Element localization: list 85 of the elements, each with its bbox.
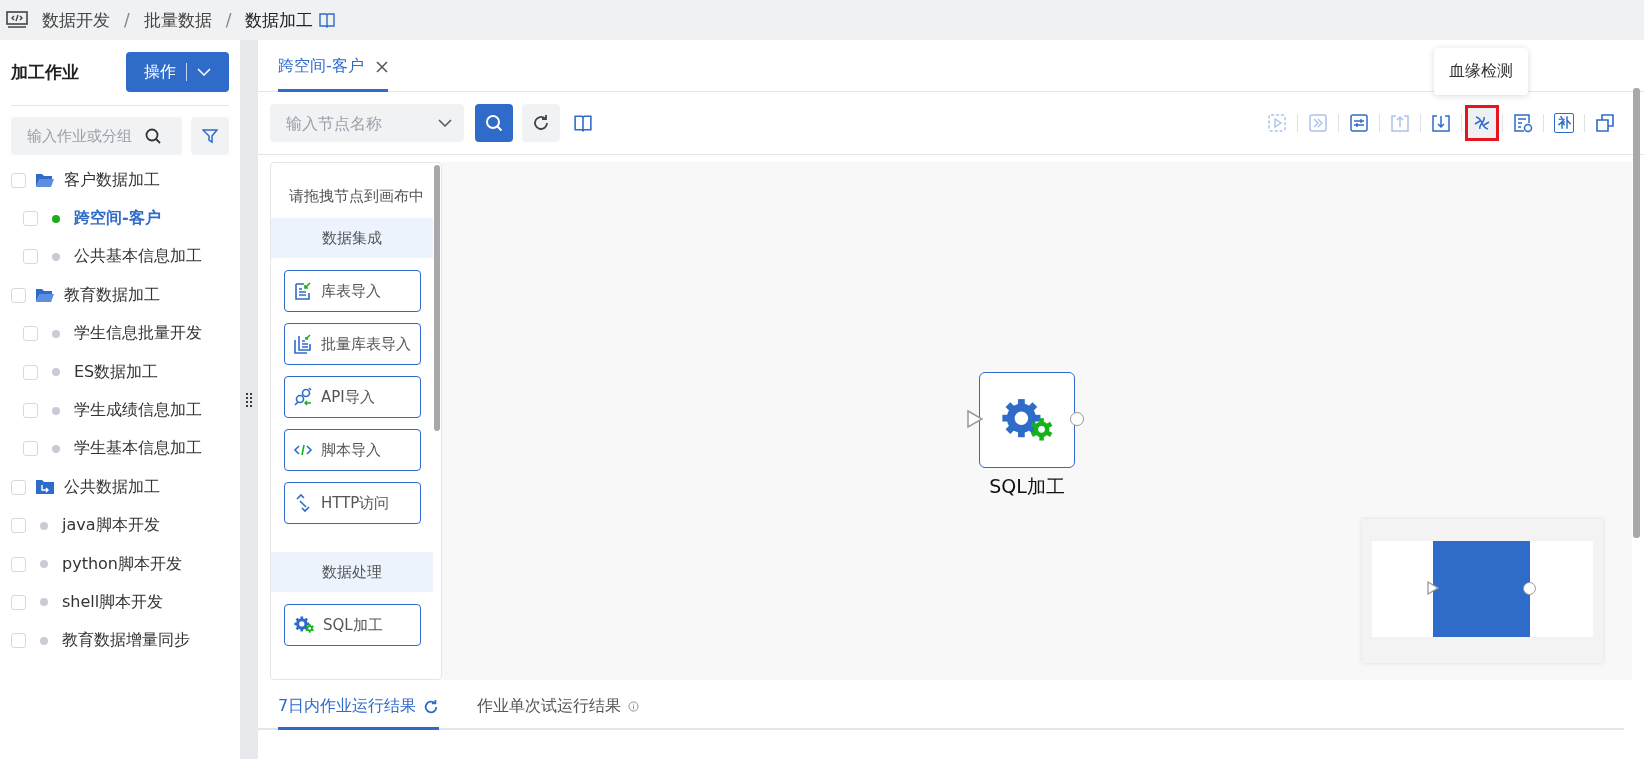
book-icon[interactable] <box>319 12 336 28</box>
panel-title: 加工作业 <box>11 60 79 84</box>
download-icon[interactable] <box>1431 113 1451 133</box>
minimap[interactable] <box>1362 519 1603 663</box>
job-item[interactable]: ES数据加工 <box>74 361 159 383</box>
node-search-input[interactable]: 输入节点名称 <box>284 112 428 134</box>
input-port-icon <box>1427 581 1439 595</box>
canvas-node[interactable] <box>979 372 1075 468</box>
job-item[interactable]: 学生信息批量开发 <box>74 323 202 345</box>
node-button[interactable]: 库表导入 <box>284 270 421 312</box>
checkbox[interactable] <box>23 441 38 457</box>
search-input[interactable]: 输入作业或分组 <box>25 126 145 146</box>
node-button[interactable]: 脚本导入 <box>284 429 421 471</box>
chevron-down-icon[interactable] <box>197 68 211 76</box>
output-port[interactable] <box>1070 412 1084 426</box>
search-icon <box>485 114 503 132</box>
drag-handle-icon[interactable] <box>246 392 252 407</box>
checkbox[interactable] <box>23 211 38 227</box>
refresh-icon[interactable] <box>423 698 440 715</box>
toolbar-button[interactable]: 补 <box>1547 105 1581 141</box>
action-dropdown-button[interactable]: 操作 <box>126 52 229 92</box>
node-button[interactable]: SQL加工 <box>284 604 421 646</box>
plug-icon <box>293 387 313 407</box>
node-button[interactable]: 批量库表导入 <box>284 323 421 365</box>
folder-item[interactable]: 公共数据加工 <box>64 476 160 498</box>
checkbox[interactable] <box>11 518 26 534</box>
breadcrumb-item[interactable]: 批量数据 <box>143 8 212 32</box>
gears-icon <box>293 616 315 634</box>
checkbox[interactable] <box>11 172 26 188</box>
job-item[interactable]: java脚本开发 <box>62 515 160 537</box>
toolbar-button[interactable] <box>1465 105 1499 141</box>
node-label: SQL加工 <box>988 474 1066 499</box>
document-gear-icon[interactable] <box>1513 113 1533 133</box>
gears-icon <box>999 397 1055 443</box>
checkbox[interactable] <box>23 249 38 265</box>
refresh-button[interactable] <box>522 104 560 142</box>
chevron-down-icon <box>438 119 452 127</box>
search-field[interactable]: 输入作业或分组 <box>11 117 182 155</box>
checkbox[interactable] <box>11 287 26 303</box>
checkbox[interactable] <box>11 633 26 649</box>
job-item[interactable]: 公共基本信息加工 <box>74 246 202 268</box>
search-button[interactable] <box>475 104 513 142</box>
node-search-field[interactable]: 输入节点名称 <box>270 104 464 142</box>
filter-button[interactable] <box>191 117 229 155</box>
job-item[interactable]: 跨空间-客户 <box>74 208 161 230</box>
checkbox[interactable] <box>11 595 26 610</box>
breadcrumb-separator: / <box>225 10 232 30</box>
tab[interactable]: 作业单次试运行结果 <box>477 696 640 730</box>
helix-icon[interactable] <box>1472 113 1492 133</box>
close-icon[interactable] <box>375 60 388 73</box>
job-item[interactable]: python脚本开发 <box>62 553 182 575</box>
tooltip: 血缘检测 <box>1434 48 1528 95</box>
tab[interactable]: 跨空间-客户 <box>278 56 388 92</box>
breadcrumb-separator: / <box>124 10 130 30</box>
checkbox[interactable] <box>23 364 38 380</box>
job-item[interactable]: 学生成绩信息加工 <box>74 400 202 422</box>
folder-item[interactable]: 客户数据加工 <box>64 169 160 191</box>
job-item[interactable]: shell脚本开发 <box>62 592 164 613</box>
copy-icon[interactable] <box>1595 113 1615 133</box>
checkbox[interactable] <box>11 556 26 572</box>
job-item[interactable]: 教育数据增量同步 <box>62 630 190 652</box>
code-monitor-icon <box>6 11 28 29</box>
job-item[interactable]: 学生基本信息加工 <box>74 438 202 460</box>
stacked-document-icon <box>293 334 313 354</box>
filter-icon <box>202 128 218 144</box>
palette-hint: 请拖拽节点到画布中 <box>287 186 425 207</box>
info-icon <box>628 701 640 712</box>
checkbox[interactable] <box>11 479 26 495</box>
breadcrumb-item: 数据加工 <box>245 8 314 32</box>
scrollbar[interactable] <box>1633 88 1640 538</box>
sliders-icon[interactable] <box>1349 113 1369 133</box>
input-port-icon[interactable] <box>967 410 983 428</box>
import-document-icon <box>293 281 313 301</box>
node-button[interactable]: API导入 <box>284 376 421 418</box>
search-icon <box>145 128 161 144</box>
checkbox[interactable] <box>23 326 38 342</box>
breadcrumb-item[interactable]: 数据开发 <box>42 8 110 32</box>
folder-item[interactable]: 教育数据加工 <box>64 284 160 306</box>
checkbox[interactable] <box>23 403 38 419</box>
refresh-icon <box>532 114 550 132</box>
book-icon[interactable] <box>574 114 592 132</box>
node-button[interactable]: HTTP访问 <box>284 482 421 524</box>
section-header: 数据处理 <box>271 552 433 592</box>
section-header: 数据集成 <box>271 218 433 258</box>
tab[interactable]: 7日内作业运行结果 <box>278 696 440 730</box>
